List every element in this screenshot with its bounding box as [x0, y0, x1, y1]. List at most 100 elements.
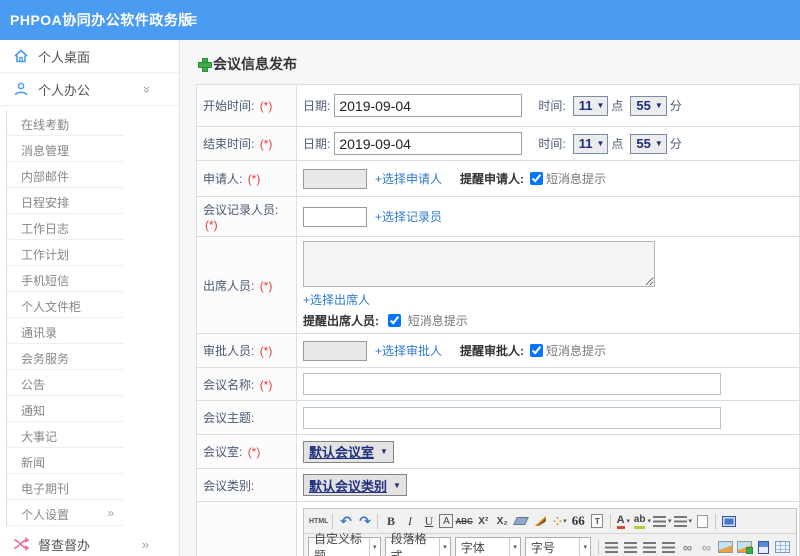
dropdown-arrow-icon: ▼ — [596, 101, 605, 110]
sidebar-item-meeting-service[interactable]: 会务服务 — [7, 344, 124, 370]
required-mark: (*) — [247, 172, 261, 186]
new-page-icon[interactable] — [694, 512, 711, 530]
font-size-select[interactable]: 字号 ▾ — [524, 537, 591, 556]
dropdown-arrow-icon: ▾ — [563, 518, 566, 525]
applicant-input[interactable] — [303, 168, 367, 189]
sidebar-item-label: 督查督办 — [38, 537, 91, 553]
sidebar-item-personal-office[interactable]: 个人办公 » — [0, 73, 179, 106]
insert-image-icon[interactable] — [717, 538, 734, 556]
meeting-name-input[interactable] — [303, 373, 721, 395]
upload-image-icon[interactable] — [736, 538, 753, 556]
hour-suffix: 点 — [611, 99, 624, 113]
paste-as-text-icon[interactable]: T — [589, 512, 606, 530]
form-row-content-editor: HTML ↶ ↷ B I U A ABC X² X₂ ⁘ ▾ 66 T A ▾ … — [196, 501, 800, 556]
date-label: 日期: — [303, 99, 331, 113]
insert-link-icon[interactable]: ∞ — [679, 538, 696, 556]
select-attendees-link[interactable]: +选择出席人 — [303, 293, 370, 307]
dropdown-arrow-icon: ▾ — [509, 538, 517, 556]
recorder-input[interactable] — [303, 206, 367, 227]
dropdown-arrow-icon: ▼ — [596, 139, 605, 148]
shuffle-icon — [13, 537, 29, 551]
paragraph-format-select[interactable]: 段落格式 ▾ — [384, 532, 451, 556]
sidebar-item-internal-mail[interactable]: 内部邮件 — [7, 162, 124, 188]
undo-icon[interactable]: ↶ — [337, 512, 354, 530]
start-date-input[interactable] — [334, 94, 523, 117]
select-applicant-link[interactable]: +选择申请人 — [375, 170, 442, 187]
sidebar-item-e-journal[interactable]: 电子期刊 — [7, 474, 124, 500]
sidebar-item-label: 个人办公 — [38, 82, 91, 98]
form-row-meeting-category: 会议类别: 默认会议类别 ▼ — [196, 468, 800, 502]
source-code-button[interactable]: HTML — [309, 512, 328, 530]
custom-heading-select[interactable]: 自定义标题 ▾ — [308, 532, 381, 556]
end-hour-select[interactable]: 11 ▼ — [572, 133, 609, 154]
remind-applicant-label: 提醒申请人: — [460, 172, 525, 186]
meeting-room-select[interactable]: 默认会议室 ▼ — [303, 440, 394, 463]
approver-input[interactable] — [303, 340, 367, 361]
font-family-select[interactable]: 字体 ▾ — [454, 537, 521, 556]
strikethrough-button[interactable]: ABC — [455, 512, 472, 530]
sidebar-item-mobile-sms[interactable]: 手机短信 — [7, 266, 124, 292]
sidebar-item-work-plan[interactable]: 工作计划 — [7, 240, 124, 266]
insert-media-icon[interactable] — [755, 538, 772, 556]
redo-icon[interactable]: ↷ — [356, 512, 373, 530]
start-hour-select[interactable]: 11 ▼ — [572, 95, 609, 116]
align-left-icon[interactable] — [603, 538, 620, 556]
add-icon — [198, 58, 212, 72]
sidebar-item-desktop[interactable]: 个人桌面 — [0, 40, 179, 73]
quick-format-icon[interactable]: ⁘ ▾ — [551, 512, 568, 530]
dropdown-arrow-icon: ▾ — [439, 538, 447, 556]
insert-table-icon[interactable] — [774, 538, 791, 556]
sidebar-item-label: 个人设置 — [21, 508, 70, 522]
end-minute-select[interactable]: 55 ▼ — [630, 133, 667, 154]
sidebar-item-message-management[interactable]: 消息管理 — [7, 136, 124, 162]
superscript-button[interactable]: X² — [475, 512, 492, 530]
remove-link-icon[interactable]: ∞ — [698, 538, 715, 556]
sidebar-item-personal-cabinet[interactable]: 个人文件柜 — [7, 292, 124, 318]
sidebar-item-work-log[interactable]: 工作日志 — [7, 214, 124, 240]
remind-attendees-label: 提醒出席人员: — [303, 314, 379, 328]
attendees-sms-checkbox[interactable] — [388, 314, 402, 327]
start-minute-select[interactable]: 55 ▼ — [630, 95, 667, 116]
align-justify-icon[interactable] — [660, 538, 677, 556]
sidebar-item-contacts[interactable]: 通讯录 — [7, 318, 124, 344]
unordered-list-icon[interactable]: ▾ — [673, 512, 692, 530]
bold-button[interactable]: B — [382, 512, 399, 530]
highlight-color-icon[interactable]: ab ▾ — [633, 512, 651, 530]
subscript-button[interactable]: X₂ — [494, 512, 511, 530]
toolbar-divider — [377, 513, 379, 529]
field-label: 会议记录人员: — [203, 203, 279, 217]
align-center-icon[interactable] — [622, 538, 639, 556]
sidebar-item-memorabilia[interactable]: 大事记 — [7, 422, 124, 448]
meeting-category-select[interactable]: 默认会议类别 ▼ — [303, 474, 407, 496]
font-color-icon[interactable]: A ▾ — [615, 512, 632, 530]
italic-button[interactable]: I — [401, 512, 418, 530]
required-mark: (*) — [205, 218, 218, 232]
approver-sms-checkbox[interactable] — [530, 344, 544, 357]
select-recorder-link[interactable]: +选择记录员 — [375, 208, 442, 225]
font-style-button[interactable]: A — [439, 514, 454, 528]
minute-suffix: 分 — [669, 137, 682, 151]
remove-format-icon[interactable] — [513, 512, 530, 530]
end-date-input[interactable] — [334, 132, 523, 155]
underline-button[interactable]: U — [420, 512, 437, 530]
toolbar-divider — [332, 513, 334, 529]
sidebar-item-personal-settings[interactable]: 个人设置 » — [7, 500, 124, 526]
menu-toggle-icon[interactable]: ≡ — [187, 9, 198, 31]
ordered-list-icon[interactable]: ▾ — [652, 512, 672, 530]
align-right-icon[interactable] — [641, 538, 658, 556]
sidebar-item-announcement[interactable]: 公告 — [7, 370, 124, 396]
sidebar-item-news[interactable]: 新闻 — [7, 448, 124, 474]
sidebar-item-schedule[interactable]: 日程安排 — [7, 188, 124, 214]
select-approver-link[interactable]: +选择审批人 — [375, 342, 442, 359]
blockquote-button[interactable]: 66 — [570, 512, 587, 530]
applicant-sms-checkbox[interactable] — [530, 172, 544, 185]
sidebar-item-supervision[interactable]: 督查督办 » — [0, 528, 179, 556]
attendees-textarea[interactable] — [303, 241, 655, 287]
sidebar-item-notice[interactable]: 通知 — [7, 396, 124, 422]
fullscreen-icon[interactable] — [720, 512, 737, 530]
meeting-subject-input[interactable] — [303, 406, 721, 429]
app-window: PHPOA协同办公软件政务版 ≡ 个人桌面 个人办公 » 在线考勤 消息管理 内… — [0, 0, 800, 556]
sms-label: 短消息提示 — [546, 172, 607, 186]
format-painter-icon[interactable] — [532, 512, 549, 530]
sidebar-item-online-attendance[interactable]: 在线考勤 — [7, 110, 124, 136]
